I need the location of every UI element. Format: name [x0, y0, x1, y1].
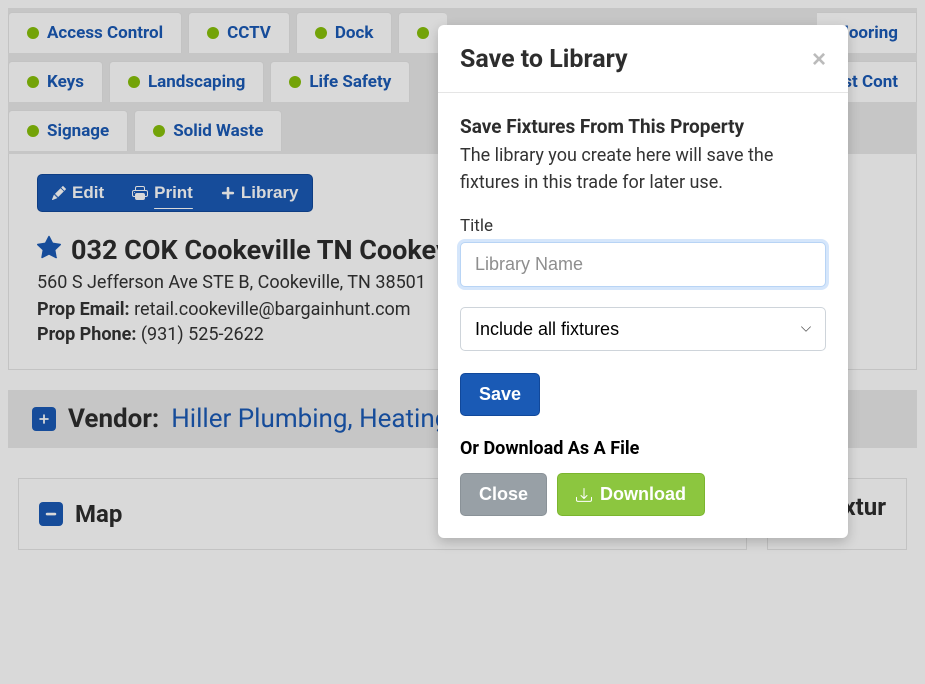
- library-name-input[interactable]: [460, 242, 826, 287]
- download-heading: Or Download As A File: [460, 438, 826, 459]
- download-icon: [576, 487, 592, 503]
- download-label: Download: [600, 484, 686, 505]
- fixtures-scope-select[interactable]: Include all fixtures: [460, 307, 826, 351]
- modal-section-desc: The library you create here will save th…: [460, 142, 826, 196]
- modal-section-heading: Save Fixtures From This Property: [460, 115, 826, 138]
- save-button[interactable]: Save: [460, 373, 540, 416]
- title-field-label: Title: [460, 216, 826, 236]
- modal-title: Save to Library: [460, 45, 628, 74]
- save-library-modal: Save to Library × Save Fixtures From Thi…: [438, 25, 848, 538]
- close-button[interactable]: Close: [460, 473, 547, 516]
- download-button[interactable]: Download: [557, 473, 705, 516]
- close-icon[interactable]: ×: [812, 46, 826, 74]
